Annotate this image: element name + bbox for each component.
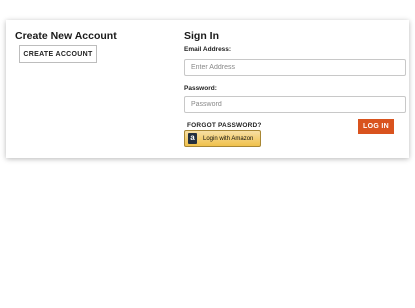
login-with-amazon-label: Login with Amazon [203,135,254,142]
sign-in-heading: Sign In [184,30,219,42]
password-label: Password: [184,85,217,92]
create-account-button[interactable]: CREATE ACCOUNT [19,45,97,63]
log-in-button[interactable]: LOG IN [358,119,394,134]
forgot-password-link[interactable]: FORGOT PASSWORD? [187,122,262,129]
create-account-heading: Create New Account [15,30,117,42]
email-field[interactable] [184,59,406,76]
email-label: Email Address: [184,46,232,53]
login-with-amazon-button[interactable]: a Login with Amazon [184,130,261,147]
amazon-a-icon: a [188,133,197,144]
password-field[interactable] [184,96,406,113]
